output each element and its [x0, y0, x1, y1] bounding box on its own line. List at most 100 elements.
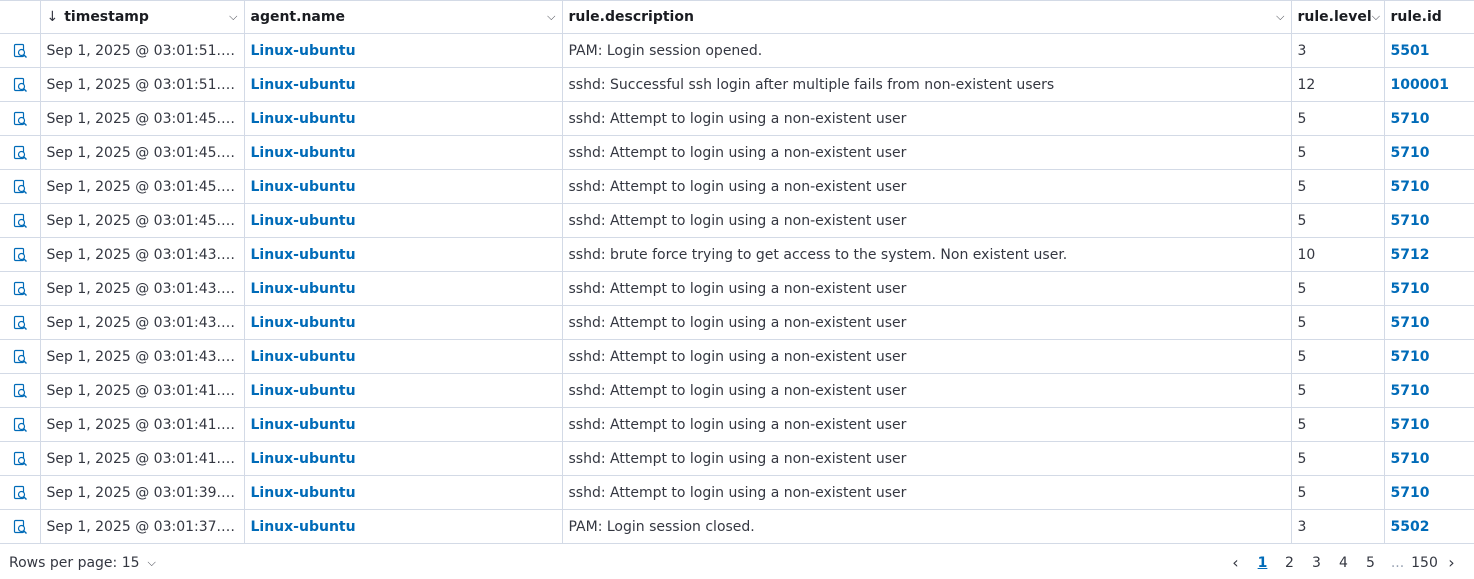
cell-agent-name: Linux-ubuntu: [244, 475, 563, 510]
cell-rule-id: 5710: [1384, 135, 1474, 170]
agent-link[interactable]: Linux-ubuntu: [251, 417, 356, 433]
inspect-document-icon[interactable]: [12, 213, 28, 229]
agent-link[interactable]: Linux-ubuntu: [251, 349, 356, 365]
column-header-agent-name[interactable]: agent.name ⌵: [244, 0, 563, 34]
table-row: Sep 1, 2025 @ 03:01:37.353 Linux-ubuntu PA…: [0, 509, 1474, 544]
inspect-document-icon[interactable]: [12, 145, 28, 161]
table-row: Sep 1, 2025 @ 03:01:41.396 Linux-ubuntu ss…: [0, 373, 1474, 408]
rule-id-link[interactable]: 5710: [1391, 179, 1430, 195]
inspect-document-icon[interactable]: [12, 315, 28, 331]
cell-agent-name: Linux-ubuntu: [244, 203, 563, 238]
cell-rule-level: 10: [1291, 237, 1385, 272]
column-header-rule-description[interactable]: rule.description ⌵: [562, 0, 1292, 34]
row-control-cell: [0, 135, 41, 170]
inspect-document-icon[interactable]: [12, 383, 28, 399]
row-control-cell: [0, 271, 41, 306]
table-row: Sep 1, 2025 @ 03:01:41.396 Linux-ubuntu ss…: [0, 407, 1474, 442]
inspect-document-icon[interactable]: [12, 111, 28, 127]
column-header-label: rule.id: [1390, 9, 1442, 25]
page-button-3[interactable]: 3: [1303, 555, 1330, 571]
table-row: Sep 1, 2025 @ 03:01:39.352 Linux-ubuntu ss…: [0, 475, 1474, 510]
rule-id-link[interactable]: 5710: [1391, 451, 1430, 467]
inspect-document-icon[interactable]: [12, 485, 28, 501]
cell-timestamp: Sep 1, 2025 @ 03:01:45.365: [40, 101, 245, 136]
inspect-document-icon[interactable]: [12, 43, 28, 59]
rule-id-link[interactable]: 5710: [1391, 281, 1430, 297]
inspect-document-icon[interactable]: [12, 179, 28, 195]
agent-link[interactable]: Linux-ubuntu: [251, 111, 356, 127]
page-button-5[interactable]: 5: [1357, 555, 1384, 571]
cell-rule-id: 5710: [1384, 475, 1474, 510]
table-row: Sep 1, 2025 @ 03:01:45.365 Linux-ubuntu ss…: [0, 101, 1474, 136]
rule-id-link[interactable]: 5710: [1391, 383, 1430, 399]
table-row: Sep 1, 2025 @ 03:01:43.357 Linux-ubuntu ss…: [0, 339, 1474, 374]
column-header-label: rule.level: [1297, 9, 1372, 25]
column-header-rule-id[interactable]: rule.id: [1384, 0, 1474, 34]
rule-id-link[interactable]: 5710: [1391, 111, 1430, 127]
row-control-cell: [0, 441, 41, 476]
rule-id-link[interactable]: 5712: [1391, 247, 1430, 263]
agent-link[interactable]: Linux-ubuntu: [251, 315, 356, 331]
chevron-down-icon[interactable]: ⌵: [1276, 10, 1284, 24]
rule-id-link[interactable]: 100001: [1391, 77, 1449, 93]
row-control-cell: [0, 475, 41, 510]
rule-id-link[interactable]: 5710: [1391, 145, 1430, 161]
agent-link[interactable]: Linux-ubuntu: [251, 485, 356, 501]
table-row: Sep 1, 2025 @ 03:01:41.355 Linux-ubuntu ss…: [0, 441, 1474, 476]
inspect-document-icon[interactable]: [12, 451, 28, 467]
inspect-document-icon[interactable]: [12, 247, 28, 263]
cell-rule-description: sshd: Attempt to login using a non-exist…: [562, 203, 1292, 238]
arrow-down-icon[interactable]: ↓: [47, 9, 59, 25]
cell-agent-name: Linux-ubuntu: [244, 373, 563, 408]
page-button-4[interactable]: 4: [1330, 555, 1357, 571]
chevron-down-icon[interactable]: ⌵: [229, 10, 237, 24]
rule-id-link[interactable]: 5710: [1391, 485, 1430, 501]
inspect-document-icon[interactable]: [12, 519, 28, 535]
rule-id-link[interactable]: 5710: [1391, 417, 1430, 433]
cell-rule-id: 5710: [1384, 407, 1474, 442]
inspect-document-icon[interactable]: [12, 417, 28, 433]
cell-rule-description: sshd: Attempt to login using a non-exist…: [562, 305, 1292, 340]
cell-rule-level: 5: [1291, 373, 1385, 408]
cell-rule-description: sshd: brute force trying to get access t…: [562, 237, 1292, 272]
agent-link[interactable]: Linux-ubuntu: [251, 281, 356, 297]
cell-timestamp: Sep 1, 2025 @ 03:01:37.353: [40, 509, 245, 544]
cell-rule-id: 5710: [1384, 373, 1474, 408]
chevron-right-icon[interactable]: ›: [1438, 553, 1465, 572]
agent-link[interactable]: Linux-ubuntu: [251, 145, 356, 161]
column-header-timestamp[interactable]: ↓ timestamp ⌵: [40, 0, 245, 34]
inspect-document-icon[interactable]: [12, 281, 28, 297]
rule-id-link[interactable]: 5501: [1391, 43, 1430, 59]
table-row: Sep 1, 2025 @ 03:01:43.359 Linux-ubuntu ss…: [0, 271, 1474, 306]
agent-link[interactable]: Linux-ubuntu: [251, 247, 356, 263]
agent-link[interactable]: Linux-ubuntu: [251, 451, 356, 467]
inspect-document-icon[interactable]: [12, 77, 28, 93]
page-button-last[interactable]: 150: [1411, 555, 1438, 571]
chevron-down-icon[interactable]: ⌵: [547, 10, 555, 24]
agent-link[interactable]: Linux-ubuntu: [251, 77, 356, 93]
rule-id-link[interactable]: 5710: [1391, 213, 1430, 229]
cell-rule-level: 3: [1291, 509, 1385, 544]
chevron-left-icon[interactable]: ‹: [1222, 553, 1249, 572]
cell-rule-description: sshd: Attempt to login using a non-exist…: [562, 271, 1292, 306]
page-button-2[interactable]: 2: [1276, 555, 1303, 571]
agent-link[interactable]: Linux-ubuntu: [251, 179, 356, 195]
rule-id-link[interactable]: 5710: [1391, 349, 1430, 365]
agent-link[interactable]: Linux-ubuntu: [251, 383, 356, 399]
page-button-1[interactable]: 1: [1249, 555, 1276, 571]
cell-rule-level: 5: [1291, 169, 1385, 204]
pagination: ‹ 1 2 3 4 5 ... 150 ›: [1222, 553, 1465, 572]
cell-timestamp: Sep 1, 2025 @ 03:01:45.363: [40, 135, 245, 170]
rule-id-link[interactable]: 5710: [1391, 315, 1430, 331]
column-header-rule-level[interactable]: rule.level ⌵: [1291, 0, 1385, 34]
table-row: Sep 1, 2025 @ 03:01:45.363 Linux-ubuntu ss…: [0, 135, 1474, 170]
inspect-document-icon[interactable]: [12, 349, 28, 365]
chevron-down-icon[interactable]: ⌵: [1372, 10, 1380, 24]
agent-link[interactable]: Linux-ubuntu: [251, 519, 356, 535]
agent-link[interactable]: Linux-ubuntu: [251, 213, 356, 229]
rule-id-link[interactable]: 5502: [1391, 519, 1430, 535]
agent-link[interactable]: Linux-ubuntu: [251, 43, 356, 59]
rows-per-page-selector[interactable]: Rows per page: 15 ⌵: [9, 555, 156, 571]
cell-timestamp: Sep 1, 2025 @ 03:01:45.359: [40, 203, 245, 238]
cell-rule-description: sshd: Successful ssh login after multipl…: [562, 67, 1292, 102]
